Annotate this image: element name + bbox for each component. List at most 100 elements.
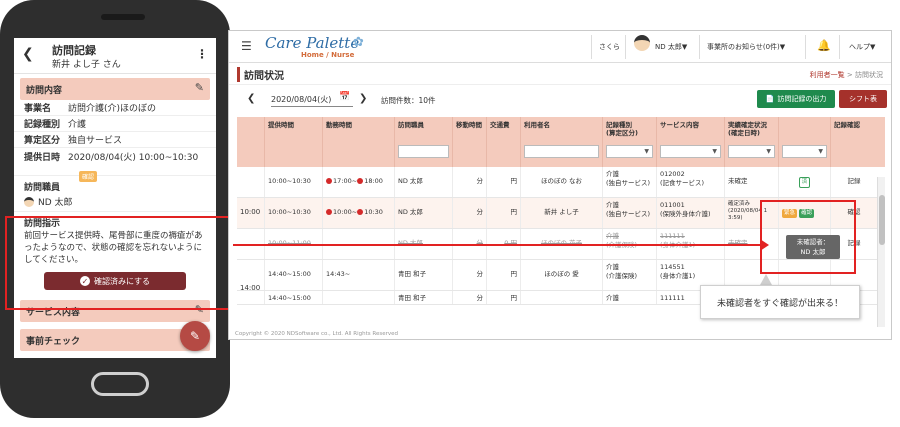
breadcrumb-link[interactable]: 利用者一覧 [810,71,845,79]
user-menu[interactable]: ND 太郎▼ [655,42,687,52]
callout-box: 未確認者をすぐ確認が出来る！ [700,285,860,319]
status-filter-select[interactable]: ▼ [728,145,775,158]
fare: 円 [487,260,521,290]
header-cell: 利用者名 [521,117,603,167]
work-end: 18:00 [364,177,383,185]
fab-edit-button[interactable]: ✎ [180,321,210,351]
button-label: 訪問記録の出力 [777,95,827,103]
header-label: 訪問職員 [398,121,424,129]
time-band-cell [237,291,265,304]
staff-cell[interactable]: ND 太郎 [395,167,453,197]
client-link[interactable]: ほのぼの 愛 [521,260,603,290]
provide-time: 14:40~15:00 [265,291,323,304]
detail-value: 訪問介護(介)ほのぼの [68,104,157,114]
tooltip-title: 未確認者： [796,238,830,246]
breadcrumb-sep: > [846,71,855,79]
client-link[interactable]: ほのぼの なお [521,167,603,197]
next-day-chevron-icon[interactable]: ❯ [359,93,367,104]
table-row[interactable]: 10:00~10:30 17:00~ 18:00 ND 太郎 分 円 ほのぼの な… [237,167,885,198]
office-selector[interactable]: さくら [599,42,620,52]
confirmed-tag: 済 [798,177,811,188]
hamburger-menu-icon[interactable]: ☰ [241,39,252,53]
header-cell: 勤務時間 [323,117,395,167]
chevron-down-icon: ▼ [766,148,771,155]
header-cell: 提供時間 [265,117,323,167]
service-content: 012002 (記食サービス) [657,167,725,197]
callout-tail [760,274,772,285]
provide-time: 10:00~10:30 [265,167,323,197]
header-label: 記録確認 [834,121,860,129]
client-link[interactable]: 新井 よし子 [521,198,603,228]
prev-day-chevron-icon[interactable]: ❮ [247,93,255,104]
kind-filter-select[interactable]: ▼ [606,145,653,158]
mobile-header: ❮ 訪問記録 新井 よし子 さん ⋮ [14,38,216,74]
work-start: 17:00~ [333,177,358,185]
staff-cell[interactable]: 青田 和子 [395,260,453,290]
divider [591,35,592,59]
connector-arrow-line [233,244,763,246]
fare: 円 [487,167,521,197]
service-filter-select[interactable]: ▼ [660,145,721,158]
scrollbar-thumb[interactable] [879,195,885,245]
client-filter-input[interactable] [524,145,599,158]
page-title: 訪問状況 [237,67,284,82]
home-button[interactable] [91,372,149,396]
record-kind: 介護 (介護保険) [603,260,657,290]
vertical-scrollbar[interactable] [877,177,885,327]
highlight-box-mobile [5,216,233,310]
alert-dot-icon [326,178,332,184]
status-badge: 確認 [79,171,98,182]
export-record-button[interactable]: 📄 訪問記録の出力 [757,90,835,108]
document-icon: 📄 [765,95,775,103]
flag-filter-select[interactable]: ▼ [782,145,827,158]
staff-entry: ND 太郎 [14,193,216,212]
work-time [323,291,395,304]
staff-label: 訪問職員 [24,183,61,193]
help-menu[interactable]: ヘルプ▼ [849,42,875,52]
detail-row: 算定区分 独自サービス [14,132,216,148]
divider [839,35,840,59]
fare: 円 [487,198,521,228]
detail-key: 記録種別 [24,120,61,130]
header-cell: 移動時間 [453,117,487,167]
bell-icon[interactable]: 🔔 [817,39,831,52]
notice-menu[interactable]: 事業所のお知らせ(0件)▼ [707,42,785,52]
callout-text: 未確認者をすぐ確認が出来る！ [716,298,843,309]
staff-name: ND 太郎 [38,198,73,208]
phone-speaker [101,14,145,20]
header-cell: 訪問職員 [395,117,453,167]
work-start: 10:00~ [333,208,358,216]
pencil-icon[interactable]: ✎ [195,81,204,94]
staff-cell[interactable]: ND 太郎 [395,198,453,228]
header-cell: 実績確定状況 (確定日時) ▼ [725,117,779,167]
work-time: 10:00~ 10:30 [323,198,395,228]
move-time: 分 [453,167,487,197]
divider [699,35,700,59]
detail-row: 提供日時 2020/08/04(火) 10:00~10:30 [14,148,216,164]
kebab-menu-icon[interactable]: ⋮ [196,47,208,61]
provide-time: 14:40~15:00 [265,260,323,290]
mobile-page-title: 訪問記録 [52,44,96,57]
header-cell: 交通費 [487,117,521,167]
section-label: 事前チェック [26,337,81,347]
section-visit-content[interactable]: 訪問内容 ✎ [20,78,210,100]
detail-value: 独自サービス [68,136,123,146]
calendar-icon[interactable]: 📅 [339,92,350,102]
staff-cell[interactable]: 青田 和子 [395,291,453,304]
alert-dot-icon [357,209,364,215]
move-time: 分 [453,291,487,304]
back-arrow-icon[interactable]: ❮ [22,46,34,62]
footer-copyright: Copyright © 2020 NDSoftware co., Ltd. Al… [235,331,398,337]
detail-row: 記録種別 介護 [14,116,216,132]
avatar [634,35,650,51]
shift-table-button[interactable]: シフト表 [839,90,887,108]
avatar [24,196,34,207]
header-label: サービス内容 [660,121,699,129]
record-link[interactable]: 記録 [831,167,877,197]
client-link[interactable] [521,291,603,304]
staff-filter-input[interactable] [398,145,449,158]
work-end: 10:30 [364,208,383,216]
header-label: 移動時間 [456,121,482,129]
detail-value: 介護 [68,120,87,130]
detail-key: 事業名 [24,104,52,114]
